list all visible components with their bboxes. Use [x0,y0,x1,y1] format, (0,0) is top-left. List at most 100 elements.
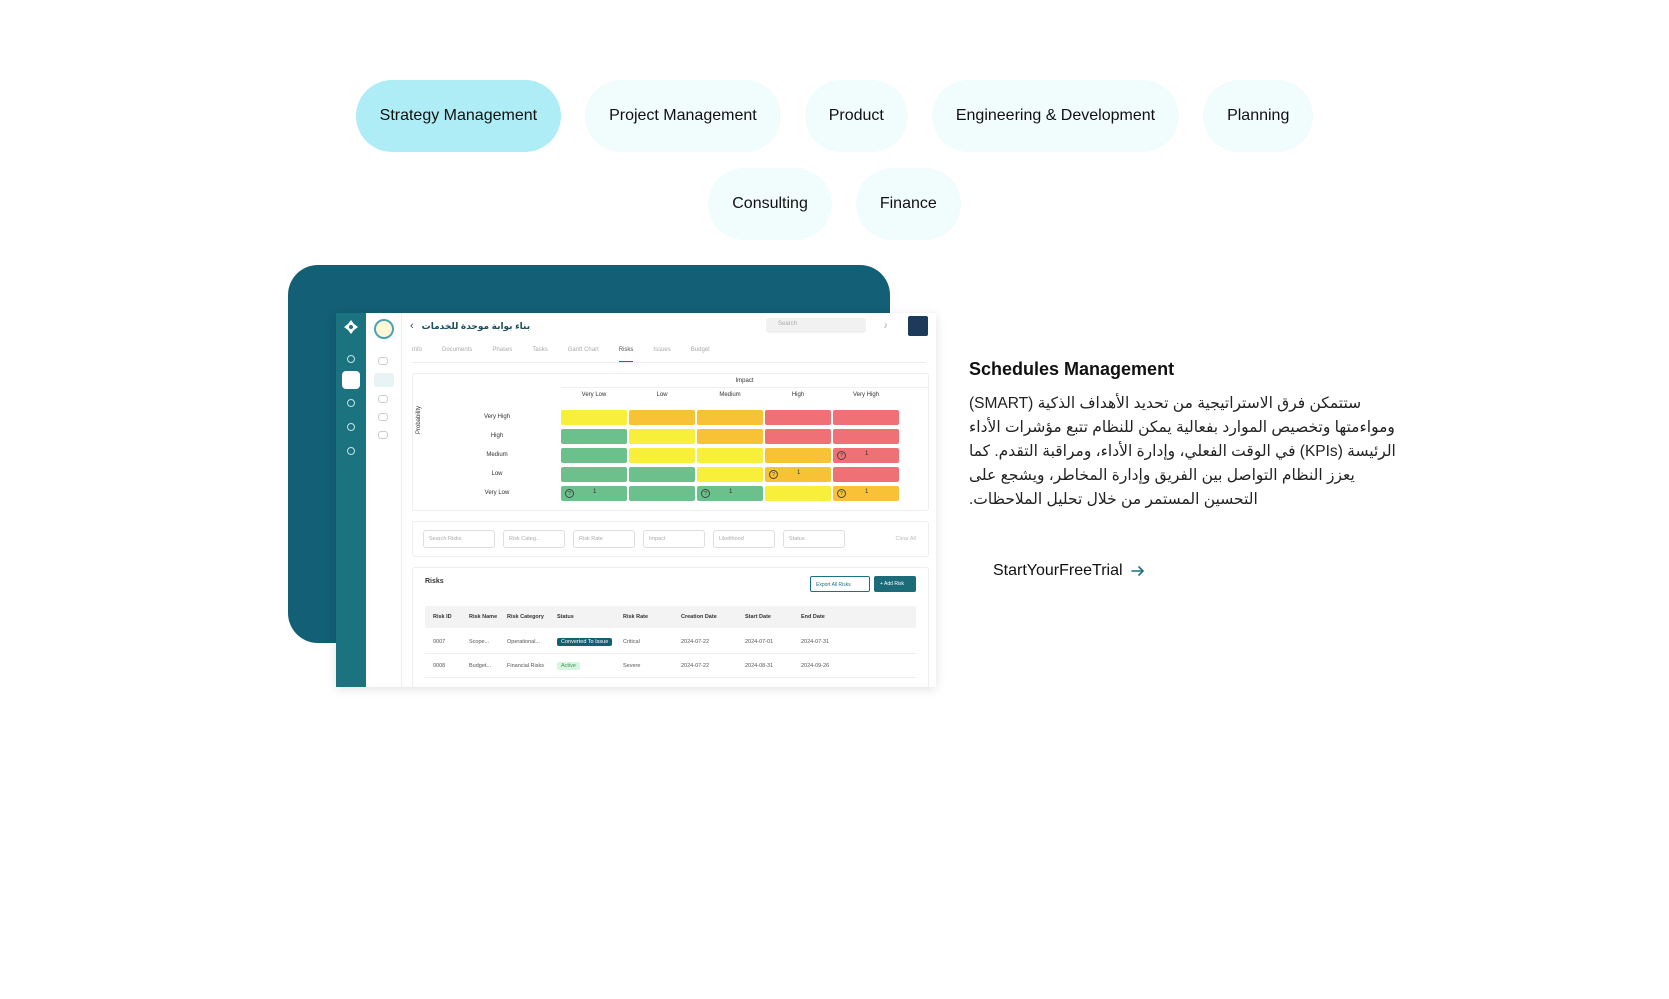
risk-matrix-cell [629,486,695,501]
risk-matrix-cell [765,410,831,425]
risk-matrix-cell [833,410,899,425]
risk-marker-icon: ? [769,470,778,479]
table-cell: Active [557,662,580,670]
risk-marker-icon: ? [565,489,574,498]
risk-matrix-cell: ? 1 [697,486,763,501]
feature-title: Schedules Management [969,359,1175,379]
table-cell: 0008 [433,663,446,669]
tab-planning[interactable]: Planning [1203,80,1314,152]
table-header-cell: Risk Name [469,614,498,620]
category-tabs-row-2: Consulting Finance [0,168,1669,240]
risk-marker-icon: ? [701,489,710,498]
tab-engineering-development[interactable]: Engineering & Development [931,80,1180,152]
panel-icon [378,395,388,403]
projects-icon [342,371,360,389]
risk-matrix-cell [561,429,627,444]
risk-matrix-cell [697,448,763,463]
users-icon [347,423,355,431]
app-logo-icon [344,320,358,334]
status-badge: Converted To Issue [557,638,613,646]
table-cell: 2024-07-31 [801,639,830,645]
filter-impact: Impact [643,530,705,548]
risk-matrix-cell [629,410,695,425]
impact-column-header: Very Low [581,392,607,398]
project-tabs: Info Documents Phases Tasks Gantt Chart … [412,347,926,363]
impact-column-header: High [791,392,805,398]
risk-matrix-cell: ? 1 [765,467,831,482]
tab-finance[interactable]: Finance [855,168,961,240]
filter-rate: Risk Rate [573,530,635,548]
panel-icon [378,431,388,439]
risk-matrix-cell [561,467,627,482]
risk-matrix-cell [629,448,695,463]
feature-description: ستتمكن فرق الاستراتيجية من تحديد الأهداف… [969,395,1396,508]
table-cell: 0007 [433,639,446,645]
tab-product[interactable]: Product [804,80,908,152]
impact-column-header: Medium [719,392,741,398]
risk-matrix-cell [765,486,831,501]
table-row: 0008 Budget... Financial Risks Active Severe… [425,654,916,678]
risk-marker-icon: ? [837,489,846,498]
category-tabs-row-1: Strategy Management Project Management P… [0,80,1669,152]
table-cell: Financial Risks [507,663,544,669]
risk-marker-icon: ? [837,451,846,460]
tab-info: Info [412,347,423,353]
table-header-cell: Risk ID [433,614,452,620]
table-cell: 2024-09-26 [801,663,830,669]
risk-count: 1 [593,489,597,495]
filter-status: Status [783,530,845,548]
risk-matrix-cell [765,429,831,444]
app-topbar: ‹ بناء بوابة موحدة للخدمات Search ♪ [402,313,936,339]
tab-project-management[interactable]: Project Management [585,80,781,152]
risk-matrix-cell [629,429,695,444]
tab-documents: Documents [442,347,473,353]
probability-row-header: Low [491,471,503,477]
search-field: Search [766,318,866,333]
risk-count: 1 [797,470,801,476]
table-row: 0007 Scope... Operational... Converted To I… [425,630,916,654]
probability-row-header: High [490,433,504,439]
tab-gantt-chart: Gantt Chart [567,347,599,353]
risk-count: 1 [865,451,869,457]
filter-category: Risk Categ... [503,530,565,548]
home-icon [347,355,355,363]
risk-count: 1 [865,489,869,495]
risk-matrix-cell [833,429,899,444]
risks-title: Risks [425,578,444,585]
risk-matrix-cell [833,467,899,482]
table-cell: 2024-07-01 [745,639,774,645]
start-free-trial-link[interactable]: StartYourFreeTrial [993,562,1145,580]
risk-matrix-cell [697,410,763,425]
panel-icon [378,413,388,421]
risk-matrix-cell [561,448,627,463]
tab-consulting[interactable]: Consulting [708,168,832,240]
impact-label: Impact [561,374,928,388]
organization-logo [374,319,394,339]
risks-table-header: Risk ID Risk Name Risk Category Status Risk … [425,606,916,628]
table-cell: Critical [623,639,640,645]
filter-search: Search Risks [423,530,495,548]
risk-matrix-cell: ? 1 [833,448,899,463]
table-header-cell: Status [557,614,574,620]
tab-strategy-management[interactable]: Strategy Management [355,80,562,152]
tab-budget: Budget [690,347,710,353]
status-badge: Active [557,662,580,670]
probability-label: Probability [416,405,422,434]
cta-label: StartYourFreeTrial [993,562,1123,579]
table-header-cell: Creation Date [681,614,717,620]
panel-icon [378,357,388,365]
risk-matrix: Impact Probability Very Low Low Medium High… [412,373,929,511]
avatar [908,316,928,336]
tab-tasks: Tasks [532,347,548,353]
risks-table-card: Risks Export All Risks + Add Risk Risk I… [412,567,929,687]
export-risks-button: Export All Risks [810,576,870,592]
impact-column-header: Very High [852,392,879,398]
probability-row-header: Very High [483,414,510,420]
risk-matrix-cell [765,448,831,463]
add-risk-button: + Add Risk [874,576,916,592]
table-cell: 2024-07-22 [681,639,710,645]
risk-count: 1 [729,489,733,495]
table-header-cell: Start Date [745,614,771,620]
panel-icon-selected [374,373,394,387]
probability-row-header: Medium [486,452,508,458]
